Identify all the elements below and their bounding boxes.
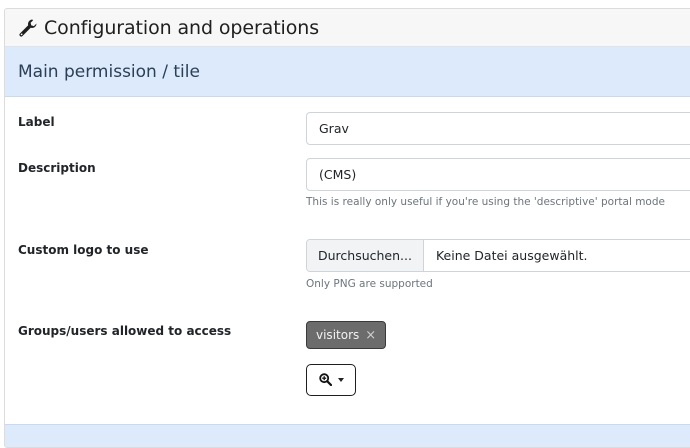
add-group-dropdown-button[interactable]	[306, 364, 356, 396]
groups-field-label: Groups/users allowed to access	[18, 324, 232, 338]
wrench-icon	[18, 18, 38, 38]
card-header: Configuration and operations	[5, 9, 690, 47]
logo-field-label: Custom logo to use	[18, 243, 149, 257]
description-input[interactable]: (CMS)	[306, 158, 690, 191]
file-name: Keine Datei ausgewählt.	[435, 248, 588, 263]
logo-file-input[interactable]: Durchsuchen... Keine Datei ausgewählt.	[306, 239, 690, 272]
label-input[interactable]: Grav	[306, 112, 690, 145]
label-field-label: Label	[18, 115, 55, 129]
logo-help: Only PNG are supported	[306, 278, 433, 290]
search-plus-icon	[318, 371, 332, 390]
config-card: Configuration and operations Main permis…	[4, 8, 690, 448]
permission-form: Label Grav Description (CMS) This is rea…	[5, 97, 690, 427]
section-header: Main permission / tile	[5, 47, 690, 97]
page-title: Configuration and operations	[44, 16, 320, 39]
chevron-down-icon	[337, 378, 344, 382]
browse-button[interactable]: Durchsuchen...	[307, 240, 424, 271]
next-section-header	[5, 424, 690, 447]
close-icon[interactable]: ×	[365, 329, 376, 342]
group-tag-label: visitors	[316, 328, 360, 342]
section-title: Main permission / tile	[18, 61, 200, 82]
group-tag[interactable]: visitors ×	[306, 321, 387, 349]
description-help: This is really only useful if you're usi…	[306, 196, 665, 208]
description-field-label: Description	[18, 161, 96, 175]
